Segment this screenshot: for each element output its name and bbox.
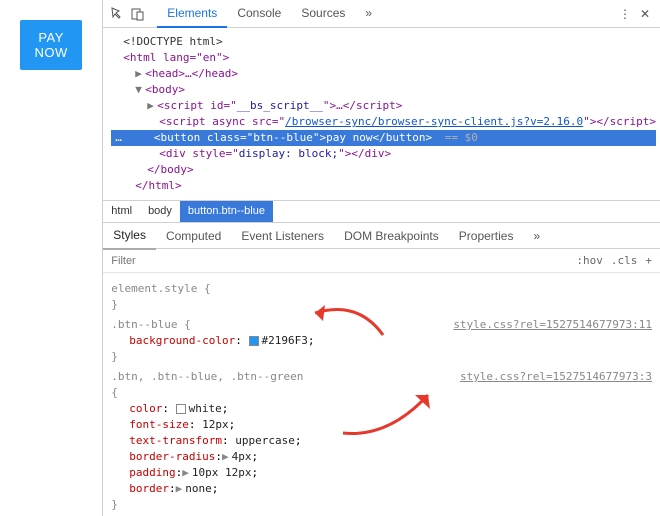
dom-tree[interactable]: <!DOCTYPE html> <html lang="en"> ▶<head>… <box>103 28 660 201</box>
breadcrumb: html body button.btn--blue <box>103 201 660 223</box>
devtools-panel: Elements Console Sources » ⋮ ✕ <!DOCTYPE… <box>103 0 660 516</box>
tab-more[interactable]: » <box>355 0 382 28</box>
pay-now-button[interactable]: PAY NOW <box>20 20 82 70</box>
cls-toggle[interactable]: .cls <box>611 254 638 267</box>
devtools-toolbar: Elements Console Sources » ⋮ ✕ <box>103 0 660 28</box>
crumb-body[interactable]: body <box>140 201 180 222</box>
source-link-2[interactable]: style.css?rel=1527514677973:3 <box>460 369 652 385</box>
styles-filter-row: :hov .cls + <box>103 249 660 273</box>
styles-tab-more[interactable]: » <box>523 223 550 249</box>
crumb-html[interactable]: html <box>103 201 140 222</box>
tab-properties[interactable]: Properties <box>449 223 524 249</box>
styles-tabs: Styles Computed Event Listeners DOM Brea… <box>103 223 660 249</box>
tab-sources[interactable]: Sources <box>291 0 355 28</box>
tab-event-listeners[interactable]: Event Listeners <box>231 223 334 249</box>
tab-console[interactable]: Console <box>227 0 291 28</box>
inspect-icon[interactable] <box>109 5 127 23</box>
source-link-1[interactable]: style.css?rel=1527514677973:11 <box>453 317 652 333</box>
tab-elements[interactable]: Elements <box>157 0 227 28</box>
devtools-tabs: Elements Console Sources » <box>157 0 382 28</box>
rule-btn-shared[interactable]: .btn, .btn--blue, .btn--green style.css?… <box>111 369 652 513</box>
close-icon[interactable]: ✕ <box>636 5 654 23</box>
rule-btn-blue[interactable]: .btn--blue { style.css?rel=1527514677973… <box>111 317 652 365</box>
kebab-menu-icon[interactable]: ⋮ <box>616 5 634 23</box>
styles-body: element.style { } .btn--blue { style.css… <box>103 273 660 516</box>
tab-dom-breakpoints[interactable]: DOM Breakpoints <box>334 223 449 249</box>
styles-filter-input[interactable] <box>111 255 191 267</box>
tab-computed[interactable]: Computed <box>156 223 231 249</box>
crumb-button[interactable]: button.btn--blue <box>180 201 273 222</box>
hov-toggle[interactable]: :hov <box>576 254 603 267</box>
page-preview: PAY NOW <box>0 0 103 516</box>
new-rule-button[interactable]: + <box>645 254 652 267</box>
tab-styles[interactable]: Styles <box>103 222 156 250</box>
device-toggle-icon[interactable] <box>129 5 147 23</box>
selected-dom-node[interactable]: …<button class="btn--blue">pay now</butt… <box>111 130 656 146</box>
rule-element-style[interactable]: element.style { } <box>111 281 652 313</box>
